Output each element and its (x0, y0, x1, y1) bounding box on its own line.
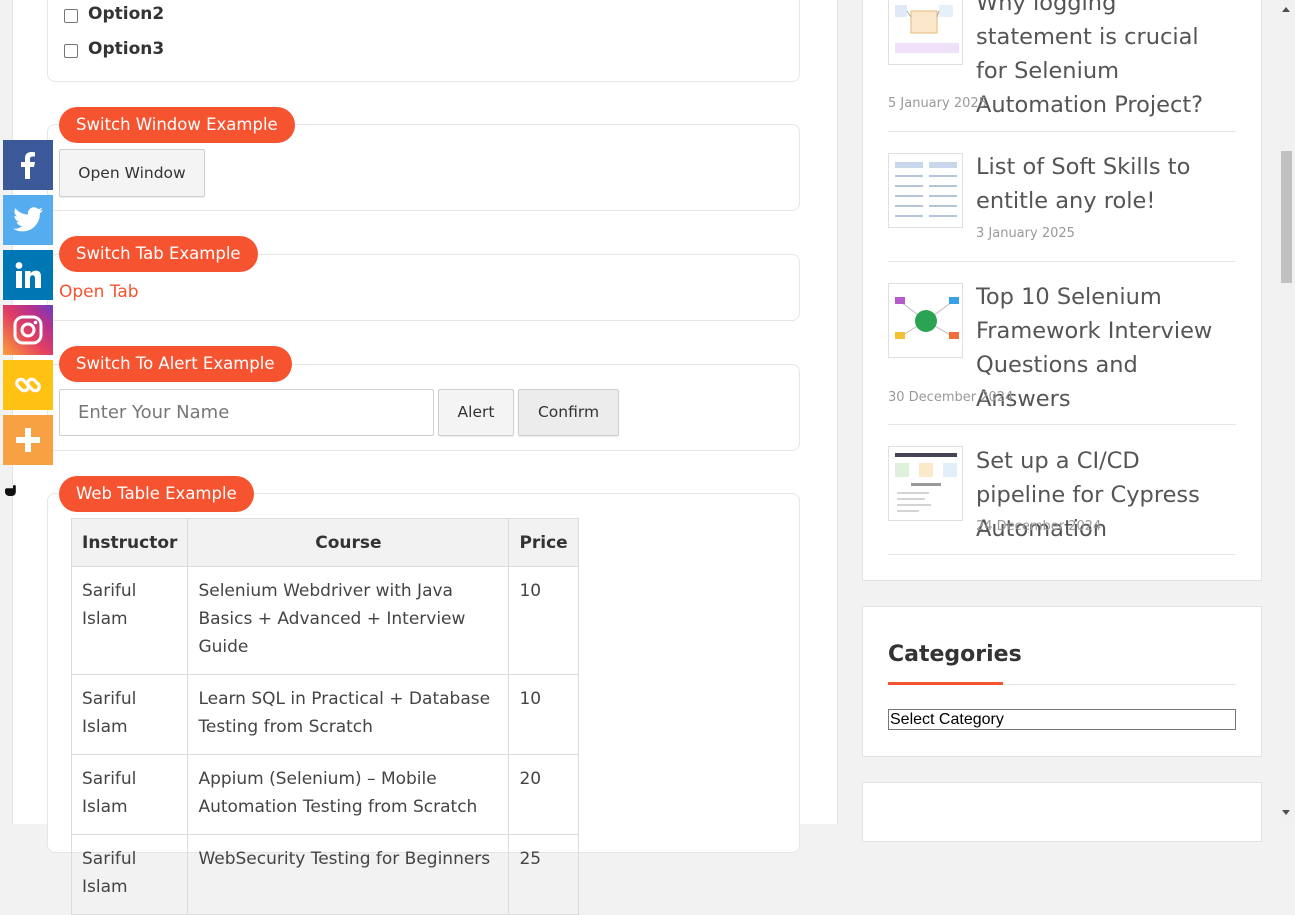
scroll-down-arrow-icon[interactable] (1282, 810, 1290, 815)
name-input[interactable] (59, 389, 434, 436)
cell-price: 20 (508, 754, 579, 835)
web-table-legend: Web Table Example (59, 476, 254, 512)
post-thumbnail[interactable] (888, 153, 963, 228)
cell-course: Selenium Webdriver with Java Basics + Ad… (187, 566, 510, 675)
copy-link-icon (15, 377, 41, 393)
post-title-link[interactable]: Top 10 Selenium Framework Interview Ques… (976, 280, 1236, 416)
cell-instructor: Sariful Islam (70, 566, 189, 675)
option2-label: Option2 (88, 4, 165, 24)
post-divider (888, 424, 1236, 425)
post-title-link[interactable]: Why logging statement is crucial for Sel… (976, 0, 1236, 122)
cell-instructor: Sariful Islam (70, 674, 189, 755)
page-scrollbar[interactable] (1278, 0, 1295, 824)
copy-link-button[interactable] (3, 360, 53, 410)
instagram-icon (13, 315, 43, 345)
alert-legend: Switch To Alert Example (59, 346, 292, 382)
cell-price: 10 (508, 674, 579, 755)
option2-checkbox[interactable] (64, 9, 78, 23)
post-thumbnail[interactable] (888, 0, 963, 65)
post-divider (888, 131, 1236, 132)
hand-pointer-icon (5, 485, 16, 496)
confirm-button[interactable]: Confirm (518, 389, 619, 436)
twitter-share-button[interactable] (3, 195, 53, 245)
alert-button[interactable]: Alert (438, 389, 514, 436)
web-table: Instructor Course Price Sariful Islam Se… (70, 518, 579, 915)
cell-course: Appium (Selenium) – Mobile Automation Te… (187, 754, 510, 835)
cell-instructor: Sariful Islam (70, 754, 189, 835)
category-select[interactable]: Select Category (888, 709, 1236, 730)
post-date: 3 January 2025 (976, 226, 1075, 241)
header-course: Course (187, 518, 510, 567)
cell-instructor: Sariful Islam (70, 834, 189, 915)
post-thumbnail[interactable] (888, 446, 963, 521)
cell-course: Learn SQL in Practical + Database Testin… (187, 674, 510, 755)
post-divider (888, 554, 1236, 555)
switch-tab-legend: Switch Tab Example (59, 236, 258, 272)
cell-price: 10 (508, 566, 579, 675)
more-share-button[interactable] (3, 415, 53, 465)
post-date: 5 January 2025 (888, 96, 987, 111)
twitter-icon (13, 207, 43, 232)
header-instructor: Instructor (70, 518, 189, 567)
more-icon (16, 428, 40, 452)
open-tab-link[interactable]: Open Tab (59, 282, 139, 302)
cell-course: WebSecurity Testing for Beginners (187, 834, 510, 915)
linkedin-share-button[interactable] (3, 250, 53, 300)
header-price: Price (508, 518, 579, 567)
categories-heading: Categories (888, 642, 1022, 667)
post-divider (888, 261, 1236, 262)
scroll-up-arrow-icon[interactable] (1282, 7, 1290, 12)
option3-checkbox[interactable] (64, 44, 78, 58)
post-thumbnail[interactable] (888, 283, 963, 358)
option3-label: Option3 (88, 39, 165, 59)
table-row: Sariful Islam Selenium Webdriver with Ja… (70, 566, 579, 675)
table-row: Sariful Islam Learn SQL in Practical + D… (70, 674, 579, 755)
table-row: Sariful Islam Appium (Selenium) – Mobile… (70, 754, 579, 835)
facebook-share-button[interactable] (3, 140, 53, 190)
hide-share-bar-button[interactable] (4, 483, 18, 502)
instagram-share-button[interactable] (3, 305, 53, 355)
post-title-link[interactable]: List of Soft Skills to entitle any role! (976, 150, 1236, 218)
next-widget (862, 782, 1262, 842)
post-date: 24 December 2024 (976, 519, 1102, 534)
linkedin-icon (15, 262, 41, 288)
facebook-icon (21, 152, 35, 179)
cell-price: 25 (508, 834, 579, 915)
post-date: 30 December 2024 (888, 390, 1014, 405)
open-window-button[interactable]: Open Window (59, 149, 205, 197)
table-row: Sariful Islam WebSecurity Testing for Be… (70, 834, 579, 915)
scrollbar-thumb[interactable] (1281, 151, 1292, 283)
switch-window-legend: Switch Window Example (59, 107, 295, 143)
table-header-row: Instructor Course Price (70, 518, 579, 567)
heading-underline (888, 682, 1003, 685)
